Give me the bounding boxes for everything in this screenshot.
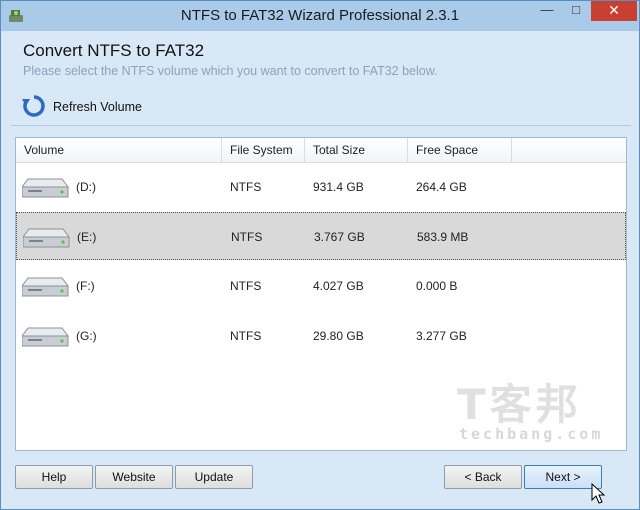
file-system: NTFS bbox=[231, 230, 263, 244]
hard-drive-icon bbox=[21, 173, 70, 203]
page-subtitle: Please select the NTFS volume which you … bbox=[23, 64, 438, 78]
file-system: NTFS bbox=[230, 180, 262, 194]
page-title: Convert NTFS to FAT32 bbox=[23, 41, 205, 60]
mouse-cursor-icon bbox=[591, 482, 607, 505]
free-space: 264.4 GB bbox=[416, 180, 467, 194]
techbang-watermark: T客邦 techbang.com bbox=[457, 371, 617, 451]
column-header-free-space[interactable]: Free Space bbox=[408, 138, 512, 162]
free-space: 3.277 GB bbox=[416, 329, 467, 343]
free-space: 583.9 MB bbox=[417, 230, 469, 244]
hard-drive-icon bbox=[21, 322, 70, 352]
close-button[interactable]: ✕ bbox=[591, 1, 637, 21]
column-header-file-system[interactable]: File System bbox=[222, 138, 305, 162]
update-button[interactable]: Update bbox=[175, 465, 253, 489]
column-header-total-size[interactable]: Total Size bbox=[305, 138, 408, 162]
column-header-volume[interactable]: Volume bbox=[16, 138, 222, 162]
file-system: NTFS bbox=[230, 329, 262, 343]
close-icon: ✕ bbox=[608, 2, 620, 18]
back-button[interactable]: < Back bbox=[444, 465, 522, 489]
website-button[interactable]: Website bbox=[95, 465, 173, 489]
refresh-icon bbox=[21, 93, 47, 122]
free-space: 0.000 B bbox=[416, 279, 458, 293]
volume-name: (G:) bbox=[76, 329, 97, 343]
toolbar: Refresh Volume bbox=[11, 87, 631, 127]
maximize-button[interactable]: □ bbox=[562, 1, 590, 21]
watermark-domain: techbang.com bbox=[459, 425, 604, 443]
table-row[interactable]: (D:) NTFS 931.4 GB 264.4 GB bbox=[16, 163, 626, 211]
toolbar-divider bbox=[11, 125, 631, 126]
total-size: 931.4 GB bbox=[313, 180, 364, 194]
wizard-header: Convert NTFS to FAT32 Please select the … bbox=[11, 35, 629, 83]
total-size: 3.767 GB bbox=[314, 230, 365, 244]
volume-name: (F:) bbox=[76, 279, 95, 293]
list-header: Volume File System Total Size Free Space bbox=[16, 138, 626, 163]
total-size: 4.027 GB bbox=[313, 279, 364, 293]
table-row-selected[interactable]: (E:) NTFS 3.767 GB 583.9 MB bbox=[16, 212, 626, 260]
hard-drive-icon bbox=[22, 223, 71, 253]
total-size: 29.80 GB bbox=[313, 329, 364, 343]
minimize-button[interactable]: — bbox=[533, 1, 561, 21]
refresh-volume-label: Refresh Volume bbox=[53, 100, 142, 114]
watermark-logo-text: T客邦 bbox=[457, 380, 582, 429]
table-row[interactable]: (F:) NTFS 4.027 GB 0.000 B bbox=[16, 262, 626, 310]
minimize-icon: — bbox=[540, 2, 554, 17]
volume-name: (D:) bbox=[76, 180, 96, 194]
refresh-volume-button[interactable]: Refresh Volume bbox=[21, 93, 142, 121]
maximize-icon: □ bbox=[572, 2, 580, 17]
volume-name: (E:) bbox=[77, 230, 97, 244]
help-button[interactable]: Help bbox=[15, 465, 93, 489]
table-row[interactable]: (G:) NTFS 29.80 GB 3.277 GB bbox=[16, 312, 626, 360]
file-system: NTFS bbox=[230, 279, 262, 293]
hard-drive-icon bbox=[21, 272, 70, 302]
app-window: NTFS to FAT32 Wizard Professional 2.3.1 … bbox=[0, 0, 640, 510]
title-bar: NTFS to FAT32 Wizard Professional 2.3.1 … bbox=[1, 1, 639, 31]
